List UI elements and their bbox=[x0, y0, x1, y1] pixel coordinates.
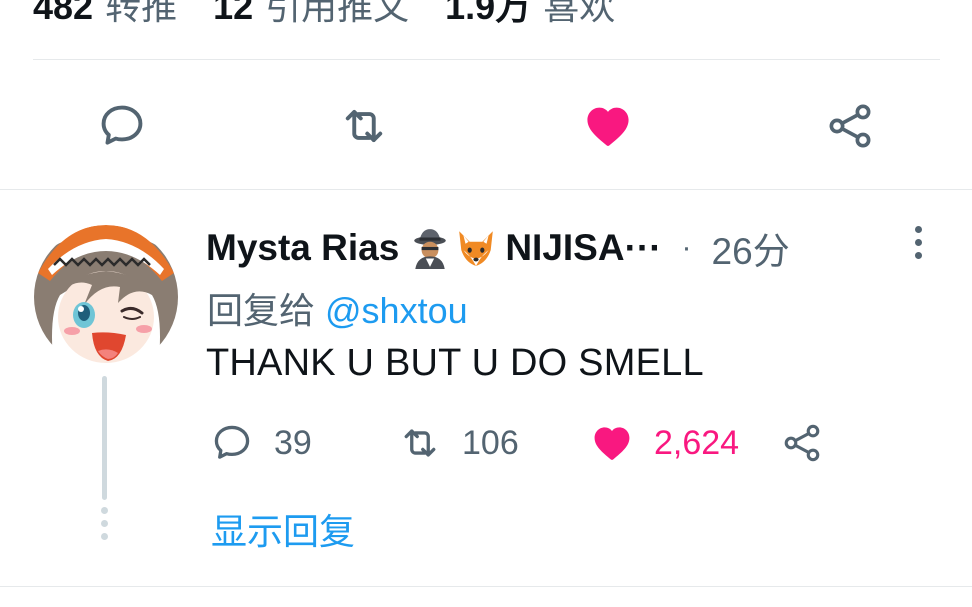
like-count: 2,624 bbox=[654, 423, 740, 462]
replying-to-handle[interactable]: @shxtou bbox=[325, 290, 468, 331]
divider bbox=[0, 189, 972, 190]
share-button[interactable] bbox=[780, 418, 824, 468]
display-name-truncated[interactable]: NIJISA··· bbox=[505, 227, 661, 269]
speech-bubble-icon bbox=[214, 425, 250, 459]
retweet-label: 转推 bbox=[105, 0, 178, 27]
retweet-button[interactable] bbox=[336, 98, 392, 154]
share-icon bbox=[829, 104, 871, 148]
heart-filled-icon bbox=[594, 427, 630, 460]
thread-continuation-dots bbox=[101, 507, 109, 543]
replying-to-label: 回复给 bbox=[207, 290, 316, 331]
display-name[interactable]: Mysta Rias bbox=[206, 227, 399, 269]
detective-emoji-icon bbox=[414, 229, 447, 269]
quote-stat[interactable]: 12 引用推文 bbox=[213, 0, 409, 30]
like-button[interactable] bbox=[580, 98, 636, 154]
more-options-icon[interactable] bbox=[912, 226, 924, 264]
fox-emoji-icon bbox=[459, 231, 494, 266]
separator-dot: · bbox=[681, 231, 692, 264]
show-replies-link[interactable]: 显示回复 bbox=[211, 503, 355, 555]
timestamp[interactable]: 26分 bbox=[712, 221, 790, 275]
tweet-detail-page: 482 转推 12 引用推文 1.9万 喜欢 Mysta Rias NIJISA… bbox=[0, 0, 972, 607]
like-stat[interactable]: 1.9万 喜欢 bbox=[445, 0, 615, 30]
reply-action-bar: 39 106 2,624 bbox=[0, 418, 972, 468]
speech-bubble-icon bbox=[101, 105, 143, 145]
replying-to: 回复给 @shxtou bbox=[207, 282, 468, 334]
reply-header: Mysta Rias NIJISA··· · 26分 bbox=[206, 222, 790, 274]
retweet-icon bbox=[345, 109, 383, 143]
retweet-button[interactable]: 106 bbox=[398, 418, 519, 468]
avatar[interactable] bbox=[34, 225, 178, 369]
share-icon bbox=[784, 424, 820, 462]
retweet-count: 106 bbox=[462, 423, 519, 462]
like-button[interactable]: 2,624 bbox=[590, 418, 739, 468]
reply-button[interactable] bbox=[94, 98, 150, 154]
like-count: 1.9万 bbox=[445, 0, 532, 27]
heart-filled-icon bbox=[587, 107, 629, 146]
share-button[interactable] bbox=[822, 98, 878, 154]
reply-button[interactable]: 39 bbox=[210, 418, 312, 468]
divider bbox=[0, 586, 972, 587]
quote-count: 12 bbox=[213, 0, 254, 27]
retweet-count: 482 bbox=[33, 0, 94, 27]
retweet-stat[interactable]: 482 转推 bbox=[33, 0, 177, 30]
tweet-text: THANK U BUT U DO SMELL bbox=[206, 342, 704, 384]
main-action-bar bbox=[0, 98, 972, 154]
reply-count: 39 bbox=[274, 423, 312, 462]
quote-label: 引用推文 bbox=[265, 0, 410, 27]
engagement-stats: 482 转推 12 引用推文 1.9万 喜欢 bbox=[33, 0, 651, 28]
retweet-icon bbox=[404, 429, 436, 457]
divider bbox=[33, 59, 940, 60]
anime-avatar-image bbox=[34, 225, 178, 369]
like-label: 喜欢 bbox=[543, 0, 616, 27]
